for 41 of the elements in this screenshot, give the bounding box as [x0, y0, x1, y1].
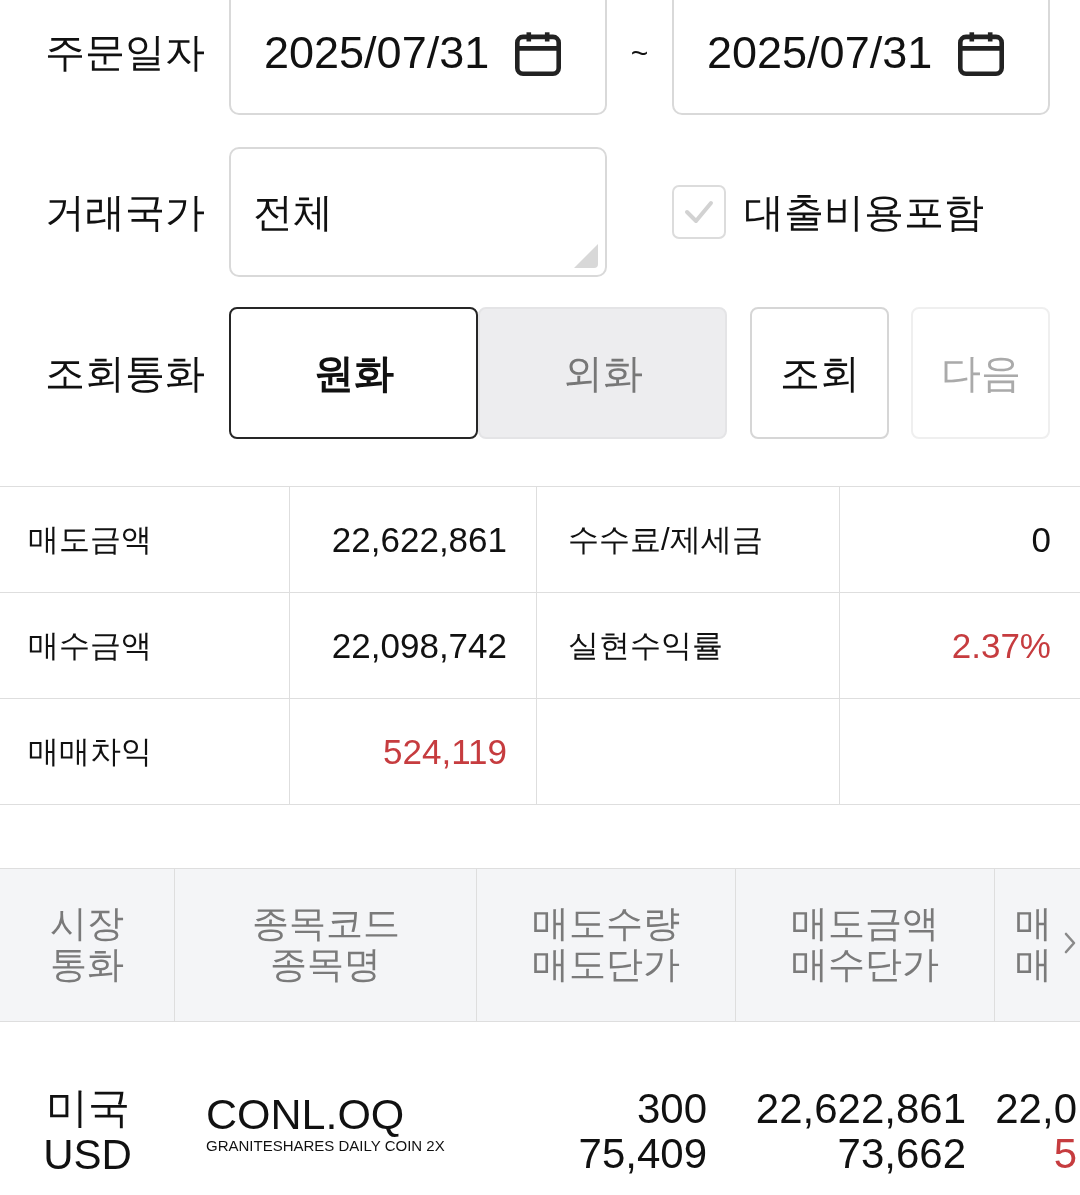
summary-label: 매매차익: [0, 699, 290, 805]
currency-tab[interactable]: 외화: [478, 307, 727, 439]
currency-tab[interactable]: 원화: [229, 307, 478, 439]
field-label: 주문일자: [45, 29, 206, 76]
summary-label: 매수금액: [0, 593, 290, 699]
summary-label: 매도금액: [0, 487, 290, 593]
summary-label: 실현수익률: [537, 593, 840, 699]
chevron-right-icon[interactable]: [1064, 932, 1076, 954]
field-label: 거래국가: [45, 188, 206, 236]
column-header: 매도금액 매수단가: [736, 868, 995, 1022]
cell-text: 5: [1053, 1131, 1077, 1177]
field-label: 조회통화: [45, 349, 206, 397]
summary-value: 2.37%: [840, 593, 1080, 699]
checkbox[interactable]: [672, 185, 726, 239]
summary-value: 22,622,861: [290, 487, 537, 593]
summary-value: 0: [840, 487, 1080, 593]
cell-text: 300: [636, 1086, 707, 1132]
country-select[interactable]: 전체: [229, 147, 607, 277]
date-field[interactable]: 2025/07/31: [229, 0, 607, 115]
calendar-icon: [515, 29, 562, 76]
column-header: 매 매: [995, 868, 1080, 1022]
cell-text: USD: [43, 1131, 132, 1179]
cell-text: 75,409: [578, 1131, 707, 1177]
cell-text: 미국: [45, 1084, 130, 1132]
summary-value: 22,098,742: [290, 593, 537, 699]
range-separator: ~: [630, 35, 649, 70]
cell-text: 73,662: [837, 1131, 966, 1177]
summary-value: 524,119: [290, 699, 537, 805]
action-button[interactable]: 조회: [750, 307, 889, 439]
column-header: 종목코드 종목명: [175, 868, 477, 1022]
cell-text: 22,622,861: [755, 1086, 966, 1132]
instrument-name: GRANITESHARES DAILY COIN 2X: [206, 1137, 446, 1155]
summary-label: 수수료/제세금: [537, 487, 840, 593]
corner-triangle-icon: [572, 242, 598, 268]
date-field[interactable]: 2025/07/31: [672, 0, 1050, 115]
column-header: 시장 통화: [0, 868, 175, 1022]
checkbox-label[interactable]: 대출비용포함: [744, 184, 984, 240]
column-header: 매도수량 매도단가: [477, 868, 736, 1022]
calendar-icon: [958, 29, 1005, 76]
cell-text: 22,0: [995, 1086, 1077, 1132]
ticker-text: CONL.OQ: [206, 1092, 406, 1138]
